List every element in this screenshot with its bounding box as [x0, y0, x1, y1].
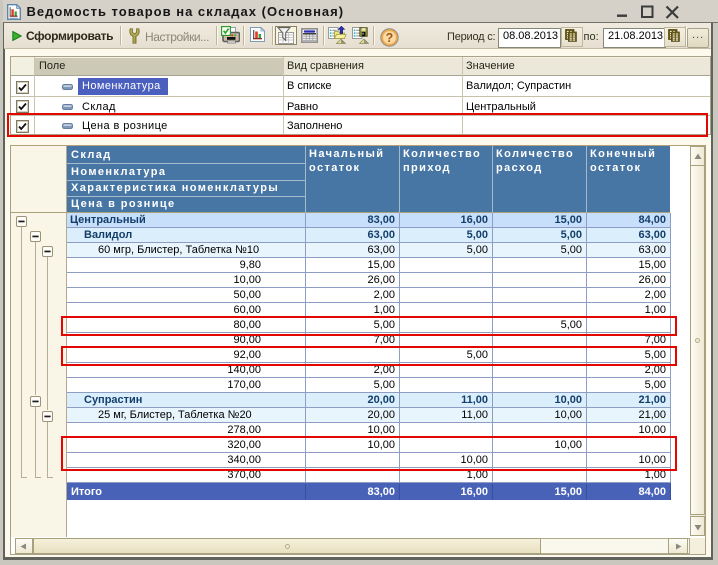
svg-text:?: ? [386, 31, 394, 45]
